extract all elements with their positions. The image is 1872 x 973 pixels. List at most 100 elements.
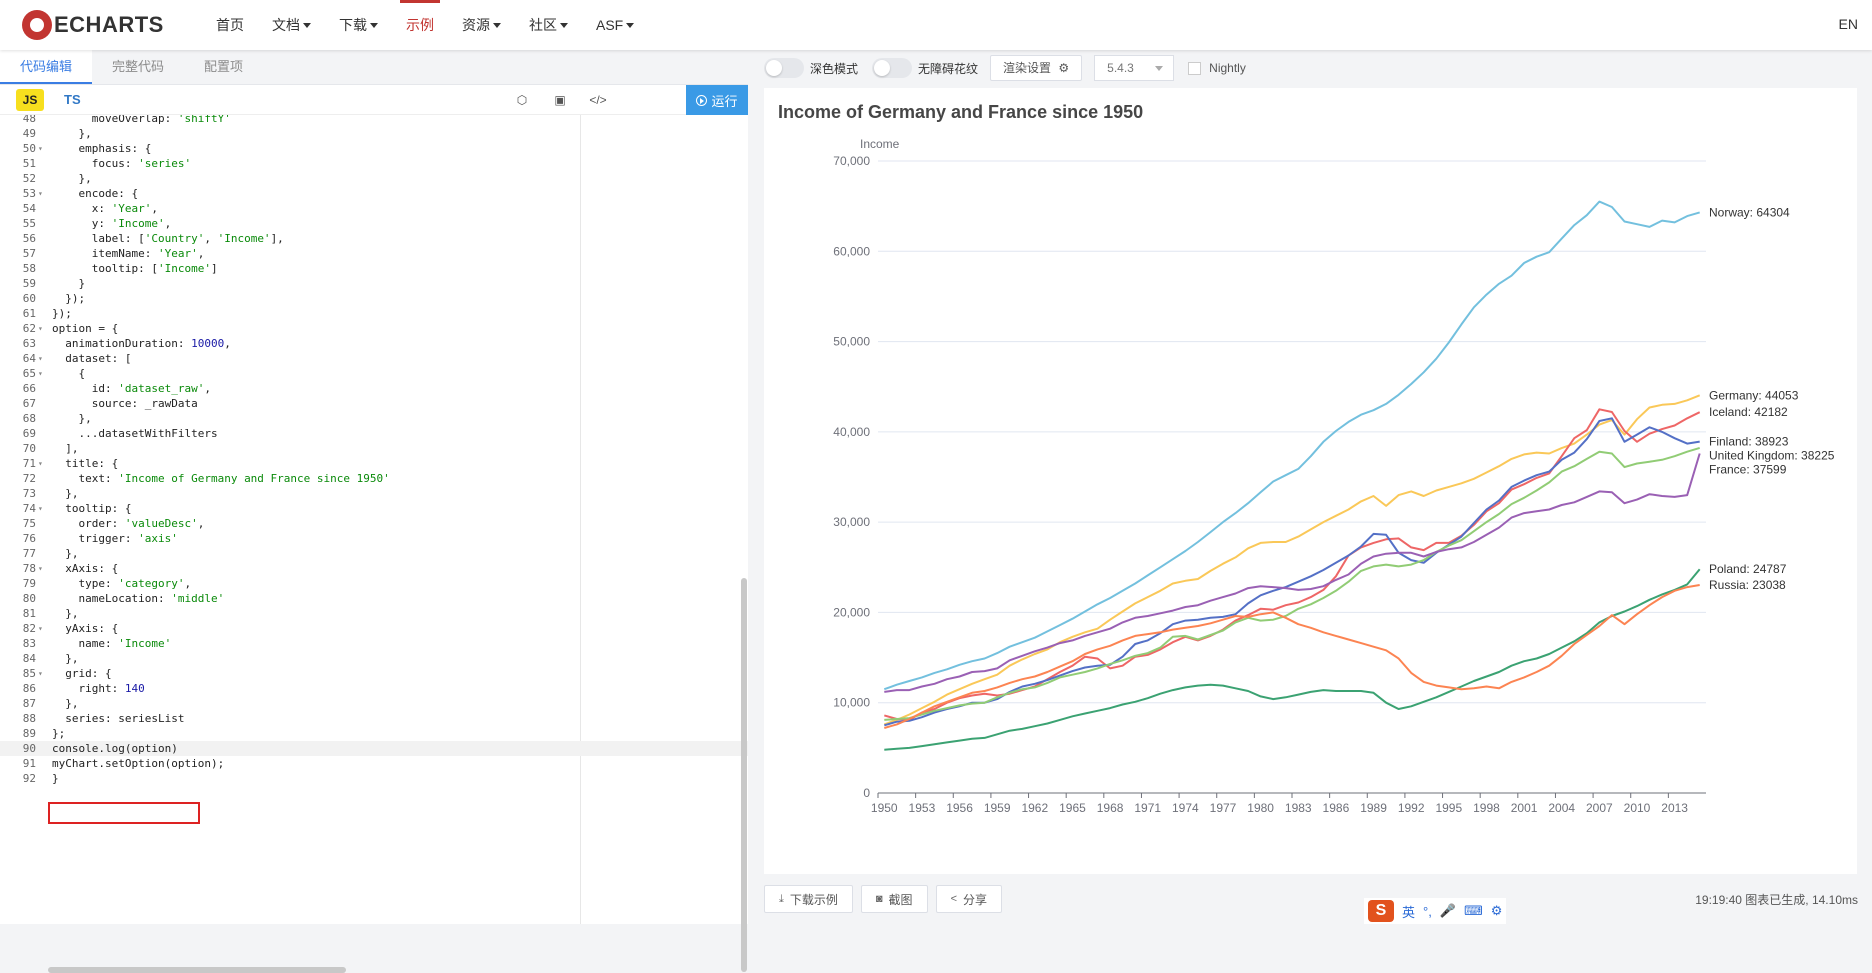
code-line[interactable]: 80 nameLocation: 'middle' [0,591,748,606]
code-line[interactable]: 79 type: 'category', [0,576,748,591]
editor-vertical-scrollbar[interactable] [741,578,747,972]
editor-horizontal-scrollbar[interactable] [48,967,346,973]
echarts-logo[interactable]: ECHARTS [22,10,192,40]
code-line[interactable]: 92} [0,771,748,786]
keyboard-icon[interactable]: ⌨ [1464,903,1483,919]
ime-punctuation-icon[interactable]: °, [1423,904,1432,919]
code-line[interactable]: 74 ▾ tooltip: { [0,501,748,516]
nav-item-2[interactable]: 下载 [325,0,392,50]
microphone-icon[interactable]: 🎤 [1440,903,1456,919]
code-line[interactable]: 59 } [0,276,748,291]
version-select[interactable]: 5.4.3 [1094,55,1175,81]
js-language-toggle[interactable]: JS [16,88,44,111]
code-line[interactable]: 54 x: 'Year', [0,201,748,216]
code-line[interactable]: 91 myChart.setOption(option); [0,756,748,771]
nightly-checkbox[interactable] [1188,61,1202,75]
fold-arrow-icon[interactable]: ▾ [38,501,44,516]
fold-arrow-icon[interactable]: ▾ [38,456,44,471]
code-line[interactable]: 58 tooltip: ['Income'] [0,261,748,276]
code-line[interactable]: 77 }, [0,546,748,561]
code-line[interactable]: 63 animationDuration: 10000, [0,336,748,351]
code-line[interactable]: 85 ▾ grid: { [0,666,748,681]
code-line[interactable]: 66 id: 'dataset_raw', [0,381,748,396]
code-line[interactable]: 61}); [0,306,748,321]
code-text: nameLocation: 'middle' [52,592,225,605]
fold-arrow-icon[interactable]: ▾ [38,561,44,576]
code-line[interactable]: 65 ▾ { [0,366,748,381]
nav-item-0[interactable]: 首页 [202,0,258,50]
x-tick-label: 1974 [1172,801,1199,815]
nav-item-5[interactable]: 社区 [515,0,582,50]
format-code-icon[interactable]: </> [588,90,608,110]
code-line[interactable]: 64 ▾ dataset: [ [0,351,748,366]
fold-arrow-icon[interactable]: ▾ [38,366,44,381]
fold-arrow-icon[interactable]: ▾ [38,141,44,156]
code-line[interactable]: 53 ▾ encode: { [0,186,748,201]
editor-tab-0[interactable]: 代码编辑 [0,49,93,84]
ime-mode-english[interactable]: 英 [1402,902,1415,921]
code-line[interactable]: 86 right: 140 [0,681,748,696]
code-line[interactable]: 50 ▾ emphasis: { [0,141,748,156]
line-number: 81 [22,607,36,620]
code-line[interactable]: 82 ▾ yAxis: { [0,621,748,636]
render-settings-button[interactable]: 渲染设置 ⚙ [990,55,1083,81]
download-example-button[interactable]: ⤓ 下载示例 [764,885,853,913]
line-number: 77 [22,547,36,560]
nav-item-4[interactable]: 资源 [448,0,515,50]
code-line[interactable]: 90 console.log(option) [0,741,748,756]
code-line[interactable]: 84 }, [0,651,748,666]
ime-toolbar[interactable]: S 英 °, 🎤 ⌨ ⚙ [1364,898,1507,924]
fold-arrow-icon[interactable]: ▾ [38,186,44,201]
code-line[interactable]: 49 }, [0,126,748,141]
code-line[interactable]: 76 trigger: 'axis' [0,531,748,546]
fold-arrow-icon[interactable]: ▾ [38,321,44,336]
code-line[interactable]: 67 source: _rawData [0,396,748,411]
fold-arrow-icon[interactable]: ▾ [38,351,44,366]
fold-arrow-icon[interactable]: ▾ [38,621,44,636]
code-line[interactable]: 73 }, [0,486,748,501]
codepen-icon[interactable]: ⬡ [512,90,532,110]
code-line[interactable]: 55 y: 'Income', [0,216,748,231]
code-line[interactable]: 70 ], [0,441,748,456]
screenshot-button[interactable]: ◙ 截图 [860,885,928,913]
code-line[interactable]: 72 text: 'Income of Germany and France s… [0,471,748,486]
nav-item-3[interactable]: 示例 [392,0,448,50]
code-line[interactable]: 68 }, [0,411,748,426]
ts-language-toggle[interactable]: TS [64,92,81,107]
nav-item-1[interactable]: 文档 [258,0,325,50]
ime-settings-icon[interactable]: ⚙ [1491,903,1503,919]
aria-decal-toggle[interactable] [872,58,913,78]
code-line[interactable]: 57 itemName: 'Year', [0,246,748,261]
codesandbox-icon[interactable]: ▣ [550,90,570,110]
code-line[interactable]: 83 name: 'Income' [0,636,748,651]
code-line[interactable]: 87 }, [0,696,748,711]
code-line[interactable]: 48 moveOverlap: 'shiftY' [0,115,748,126]
language-switch[interactable]: EN [1839,16,1858,32]
nav-item-6[interactable]: ASF [582,0,648,50]
code-line[interactable]: 52 }, [0,171,748,186]
code-text: option = { [52,322,119,335]
code-line[interactable]: 89}; [0,726,748,741]
code-line[interactable]: 88 series: seriesList [0,711,748,726]
line-chart[interactable]: Income 0 10,000 20,000 30,000 40,000 50,000 60,… [764,88,1857,874]
code-line[interactable]: 75 order: 'valueDesc', [0,516,748,531]
chart-container[interactable]: Income of Germany and France since 1950 … [764,88,1857,874]
line-number: 79 [22,577,36,590]
code-line[interactable]: 69 ...datasetWithFilters [0,426,748,441]
code-text: emphasis: { [52,142,152,155]
dark-mode-toggle[interactable] [764,58,804,78]
code-line[interactable]: 71 ▾ title: { [0,456,748,471]
editor-tab-2[interactable]: 配置项 [184,49,263,84]
run-button[interactable]: 运行 [686,85,748,115]
code-line[interactable]: 60 }); [0,291,748,306]
share-button[interactable]: < 分享 [935,885,1003,913]
fold-arrow-icon[interactable]: ▾ [38,666,44,681]
code-line[interactable]: 78 ▾ xAxis: { [0,561,748,576]
editor-tab-1[interactable]: 完整代码 [92,49,184,84]
code-line[interactable]: 56 label: ['Country', 'Income'], [0,231,748,246]
code-line[interactable]: 62 ▾ option = { [0,321,748,336]
code-line[interactable]: 51 focus: 'series' [0,156,748,171]
code-line[interactable]: 81 }, [0,606,748,621]
sogou-ime-icon[interactable]: S [1368,900,1394,922]
code-text: series: seriesList [52,712,185,725]
